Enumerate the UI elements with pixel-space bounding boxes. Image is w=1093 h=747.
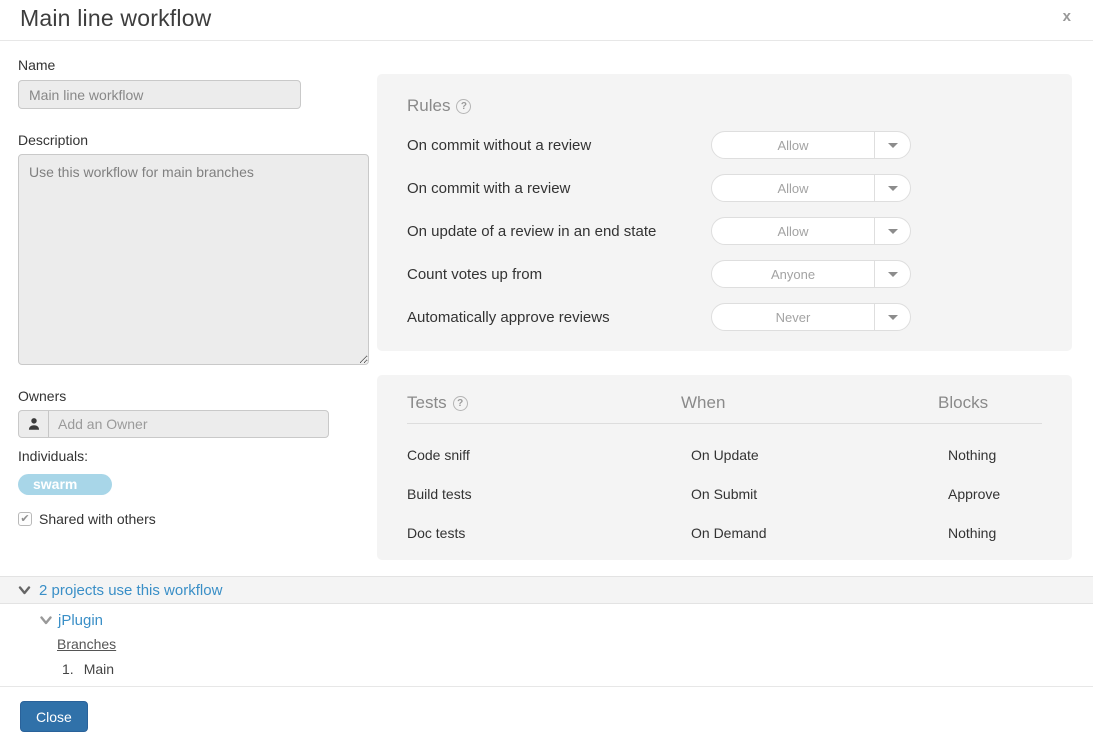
test-blocks-cell: Approve <box>938 486 1042 502</box>
test-when-cell: On Demand <box>681 525 938 541</box>
rules-title: Rules <box>407 96 450 116</box>
shared-with-others-row: Shared with others <box>18 511 156 527</box>
dropdown-value: Allow <box>712 175 874 201</box>
rule-label: Count votes up from <box>407 266 542 283</box>
rule-dropdown-commit-with-review[interactable]: Allow <box>711 174 911 202</box>
rule-label: Automatically approve reviews <box>407 309 610 326</box>
table-row: Build tests On Submit Approve <box>407 486 1042 502</box>
chevron-down-icon[interactable] <box>874 218 910 244</box>
test-when-cell: On Update <box>681 447 938 463</box>
projects-summary-link[interactable]: 2 projects use this workflow <box>39 582 222 599</box>
when-column-header: When <box>681 393 938 413</box>
rule-label: On commit with a review <box>407 180 570 197</box>
project-tree-item-jplugin[interactable]: jPlugin <box>40 612 103 629</box>
tests-panel: Tests ? When Blocks Code sniff On Update… <box>377 375 1072 560</box>
projects-summary-toggle[interactable]: 2 projects use this workflow <box>0 576 1093 604</box>
test-name-cell: Doc tests <box>407 525 681 541</box>
close-icon[interactable]: x <box>1063 7 1071 27</box>
dropdown-value: Anyone <box>712 261 874 287</box>
chevron-down-icon <box>40 616 52 625</box>
rule-row-update-end-state: On update of a review in an end state Al… <box>407 217 911 245</box>
tests-title: Tests <box>407 393 447 413</box>
shared-label: Shared with others <box>39 511 156 527</box>
name-label: Name <box>18 57 55 73</box>
rule-label: On commit without a review <box>407 137 591 154</box>
chevron-down-icon[interactable] <box>874 304 910 330</box>
rule-row-commit-without-review: On commit without a review Allow <box>407 131 911 159</box>
test-name-cell: Build tests <box>407 486 681 502</box>
individuals-label: Individuals: <box>18 448 88 464</box>
project-name-link[interactable]: jPlugin <box>58 612 103 629</box>
rule-dropdown-commit-without-review[interactable]: Allow <box>711 131 911 159</box>
dropdown-value: Never <box>712 304 874 330</box>
dropdown-value: Allow <box>712 132 874 158</box>
test-name-cell: Code sniff <box>407 447 681 463</box>
owners-field[interactable] <box>18 410 329 438</box>
owner-badge-swarm[interactable]: swarm <box>18 474 112 495</box>
tests-header-divider <box>407 423 1042 424</box>
test-when-cell: On Submit <box>681 486 938 502</box>
close-button[interactable]: Close <box>20 701 88 732</box>
branch-number: 1. <box>62 661 74 677</box>
dropdown-value: Allow <box>712 218 874 244</box>
owners-label: Owners <box>18 388 66 404</box>
rule-dropdown-auto-approve[interactable]: Never <box>711 303 911 331</box>
tests-column-header: Tests ? <box>407 393 681 413</box>
rules-heading: Rules ? <box>407 96 471 116</box>
table-row: Doc tests On Demand Nothing <box>407 525 1042 541</box>
tests-header-row: Tests ? When Blocks <box>407 393 1042 413</box>
rule-row-auto-approve: Automatically approve reviews Never <box>407 303 911 331</box>
rule-row-count-votes: Count votes up from Anyone <box>407 260 911 288</box>
workflow-modal: Main line workflow x Name Description Us… <box>0 0 1093 747</box>
footer-divider <box>0 686 1093 687</box>
tests-table: Tests ? When Blocks Code sniff On Update… <box>407 393 1042 541</box>
help-icon[interactable]: ? <box>456 99 471 114</box>
shared-checkbox[interactable] <box>18 512 32 526</box>
name-input[interactable] <box>18 80 301 109</box>
table-row: Code sniff On Update Nothing <box>407 447 1042 463</box>
blocks-column-header: Blocks <box>938 393 1042 413</box>
branch-name: Main <box>84 661 114 677</box>
description-label: Description <box>18 132 88 148</box>
test-blocks-cell: Nothing <box>938 447 1042 463</box>
rules-panel: Rules ? On commit without a review Allow… <box>377 74 1072 351</box>
chevron-down-icon <box>18 586 31 595</box>
person-icon <box>19 411 49 437</box>
modal-header: Main line workflow x <box>0 0 1093 41</box>
owners-input[interactable] <box>49 411 328 437</box>
branches-label: Branches <box>57 636 116 652</box>
test-blocks-cell: Nothing <box>938 525 1042 541</box>
help-icon[interactable]: ? <box>453 396 468 411</box>
modal-title: Main line workflow <box>20 5 212 32</box>
chevron-down-icon[interactable] <box>874 132 910 158</box>
rule-dropdown-update-end-state[interactable]: Allow <box>711 217 911 245</box>
chevron-down-icon[interactable] <box>874 175 910 201</box>
chevron-down-icon[interactable] <box>874 261 910 287</box>
list-item-branch: 1. Main <box>62 661 114 677</box>
rule-row-commit-with-review: On commit with a review Allow <box>407 174 911 202</box>
description-textarea[interactable]: Use this workflow for main branches <box>18 154 369 365</box>
rule-dropdown-count-votes[interactable]: Anyone <box>711 260 911 288</box>
rule-label: On update of a review in an end state <box>407 223 656 240</box>
